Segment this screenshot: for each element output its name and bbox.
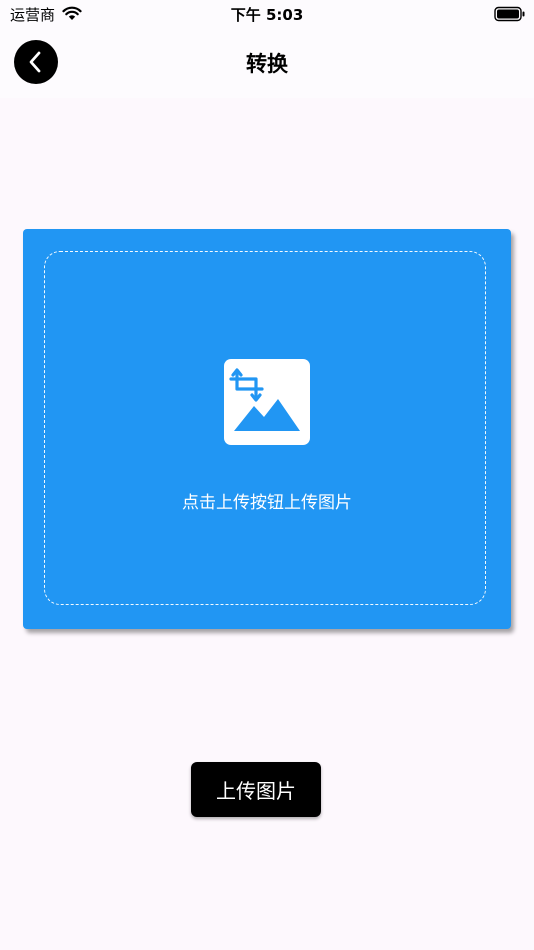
upload-hint-text: 点击上传按钮上传图片 xyxy=(182,493,352,513)
upload-image-button[interactable]: 上传图片 xyxy=(191,762,321,817)
navigation-bar: 转换 xyxy=(0,28,534,98)
status-time: 下午 5:03 xyxy=(230,6,304,24)
status-bar: 运营商 下午 5:03 xyxy=(0,0,534,28)
battery-icon xyxy=(494,6,525,22)
upload-area[interactable]: 点击上传按钮上传图片 xyxy=(23,229,511,629)
page-title: 转换 xyxy=(246,52,288,76)
image-crop-icon xyxy=(224,359,310,445)
